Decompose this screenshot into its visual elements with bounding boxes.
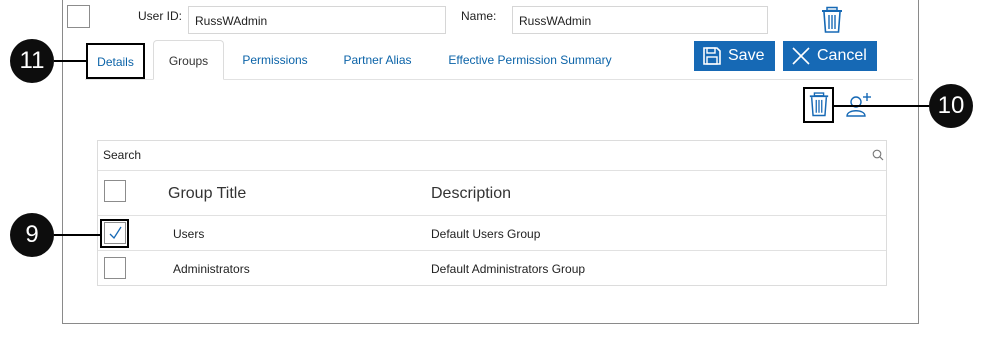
- row-checkbox[interactable]: [104, 257, 126, 279]
- table-divider: [98, 170, 886, 171]
- delete-group-button[interactable]: [808, 91, 830, 118]
- groups-table: Search Group Title Description Users Def…: [97, 140, 887, 286]
- close-x-icon: [792, 47, 810, 65]
- cancel-button[interactable]: Cancel: [783, 41, 877, 71]
- save-disk-icon: [703, 47, 721, 65]
- user-id-label: User ID:: [138, 9, 183, 23]
- save-label: Save: [728, 47, 765, 64]
- select-all-checkbox[interactable]: [104, 180, 126, 202]
- delete-user-button[interactable]: [820, 6, 844, 34]
- search-button[interactable]: [872, 148, 884, 161]
- trash-icon: [809, 92, 829, 117]
- tab-details[interactable]: Details: [86, 43, 145, 79]
- column-header-description[interactable]: Description: [431, 185, 511, 203]
- name-field[interactable]: RussWAdmin: [512, 6, 768, 34]
- callout-leader: [54, 60, 86, 62]
- user-id-field[interactable]: RussWAdmin: [188, 6, 446, 34]
- callout-10: 10: [929, 84, 973, 128]
- name-label: Name:: [461, 9, 497, 23]
- tab-permissions[interactable]: Permissions: [232, 40, 318, 80]
- group-title-cell: Users: [173, 227, 205, 241]
- row-checkbox-highlight: [100, 219, 129, 248]
- callout-9: 9: [10, 213, 54, 257]
- description-cell: Default Users Group: [431, 227, 541, 241]
- search-icon: [872, 149, 884, 161]
- column-header-group-title[interactable]: Group Title: [168, 185, 246, 203]
- cancel-label: Cancel: [817, 47, 867, 64]
- tab-groups[interactable]: Groups: [153, 40, 224, 80]
- search-input[interactable]: [98, 141, 858, 170]
- callout-leader: [834, 105, 929, 107]
- group-title-cell: Administrators: [173, 262, 250, 276]
- trash-icon: [822, 6, 842, 33]
- tab-effective-permission-summary[interactable]: Effective Permission Summary: [440, 40, 620, 80]
- callout-leader: [54, 234, 100, 236]
- callout-11: 11: [10, 39, 54, 83]
- tab-partner-alias[interactable]: Partner Alias: [333, 40, 422, 80]
- save-button[interactable]: Save: [694, 41, 775, 71]
- description-cell: Default Administrators Group: [431, 262, 586, 276]
- table-row[interactable]: Users Default Users Group: [98, 216, 886, 250]
- table-row[interactable]: Administrators Default Administrators Gr…: [98, 251, 886, 285]
- select-user-checkbox[interactable]: [67, 5, 90, 28]
